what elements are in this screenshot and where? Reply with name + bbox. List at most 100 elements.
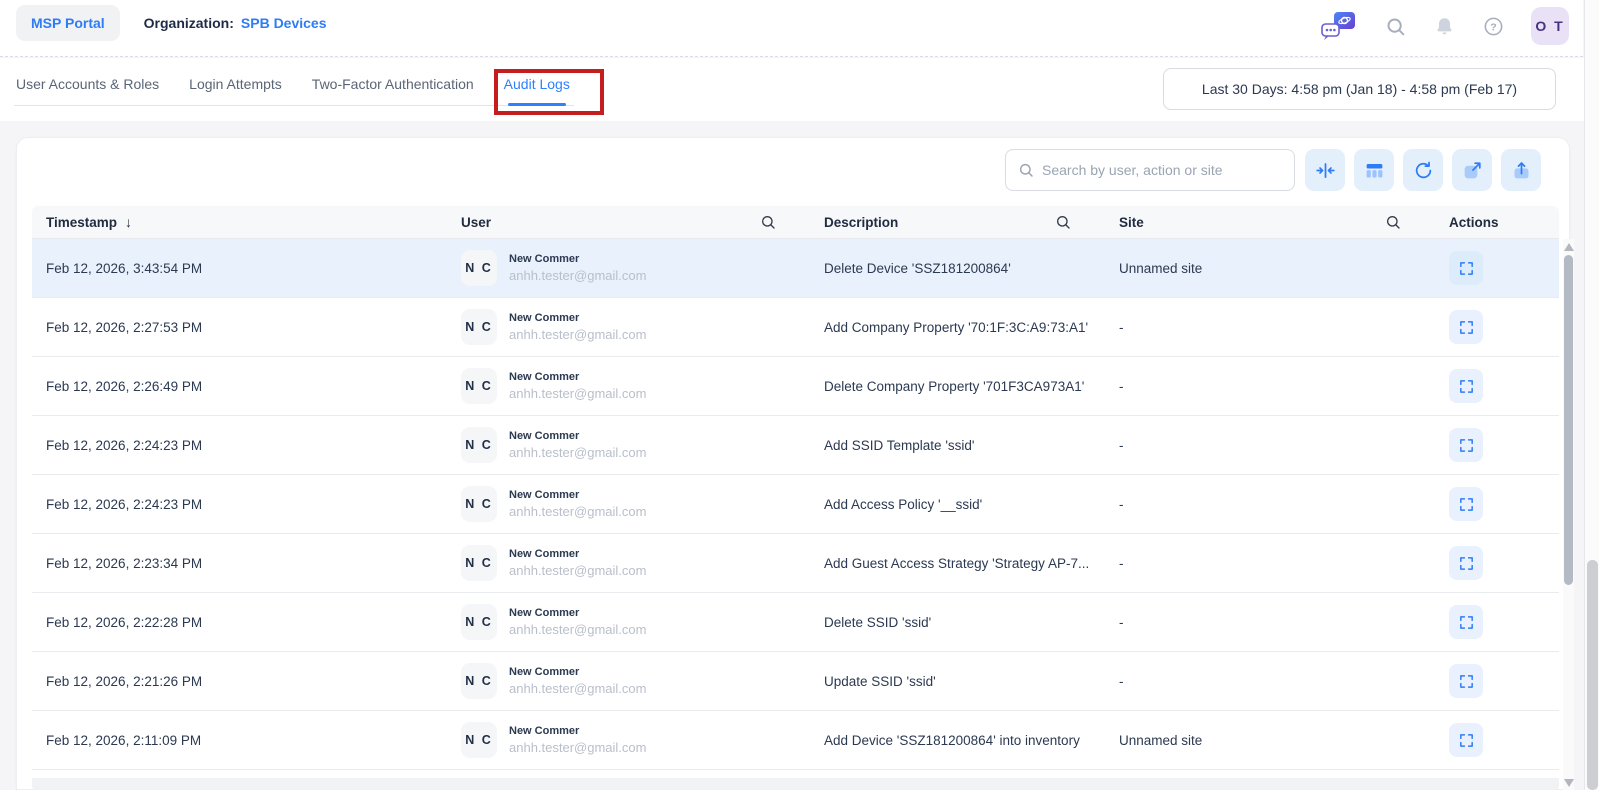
- header-description[interactable]: Description: [810, 214, 1105, 230]
- table-vertical-scrollbar[interactable]: [1563, 239, 1574, 790]
- table-toolbar: [1305, 149, 1541, 191]
- audit-logs-table: Timestamp ↓ User Description Site Action…: [32, 206, 1559, 770]
- cell-site: -: [1119, 614, 1124, 630]
- user-row-avatar: N C: [461, 486, 497, 522]
- collapse-columns-button[interactable]: [1305, 149, 1345, 191]
- tab-login-attempts[interactable]: Login Attempts: [187, 76, 284, 105]
- expand-row-icon: [1459, 497, 1473, 511]
- cell-description: Add Company Property '70:1F:3C:A9:73:A1': [824, 319, 1089, 335]
- columns-icon: [1366, 163, 1382, 177]
- expand-row-icon: [1459, 261, 1473, 275]
- expand-row-button[interactable]: [1449, 428, 1483, 462]
- cell-timestamp: Feb 12, 2026, 2:26:49 PM: [46, 378, 203, 394]
- refresh-button[interactable]: [1403, 149, 1443, 191]
- user-row-avatar: N C: [461, 722, 497, 758]
- expand-row-button[interactable]: [1449, 664, 1483, 698]
- cell-user: N C New Commer anhh.tester@gmail.com: [447, 368, 810, 404]
- cell-user: N C New Commer anhh.tester@gmail.com: [447, 486, 810, 522]
- expand-row-icon: [1459, 733, 1473, 747]
- user-row-avatar: N C: [461, 545, 497, 581]
- user-avatar[interactable]: O T: [1531, 7, 1569, 45]
- vertical-scroll-thumb[interactable]: [1564, 255, 1573, 585]
- header-actions: Actions: [1435, 215, 1559, 230]
- cell-description: Delete Company Property '701F3CA973A1': [824, 378, 1085, 394]
- ai-assistant-icon[interactable]: [1319, 9, 1357, 43]
- expand-row-button[interactable]: [1449, 251, 1483, 285]
- help-icon[interactable]: ?: [1482, 15, 1504, 37]
- user-name: New Commer: [509, 548, 580, 560]
- user-email: anhh.tester@gmail.com: [509, 445, 647, 460]
- table-row[interactable]: Feb 12, 2026, 2:24:23 PM N C New Commer …: [32, 416, 1559, 475]
- expand-button[interactable]: [1452, 149, 1492, 191]
- tab-audit-logs[interactable]: Audit Logs: [502, 76, 572, 105]
- table-row[interactable]: Feb 12, 2026, 2:27:53 PM N C New Commer …: [32, 298, 1559, 357]
- user-name: New Commer: [509, 312, 580, 324]
- expand-row-button[interactable]: [1449, 605, 1483, 639]
- date-range-picker[interactable]: Last 30 Days: 4:58 pm (Jan 18) - 4:58 pm…: [1163, 68, 1556, 110]
- table-row[interactable]: Feb 12, 2026, 2:11:09 PM N C New Commer …: [32, 711, 1559, 770]
- table-row[interactable]: Feb 12, 2026, 3:43:54 PM N C New Commer …: [32, 239, 1559, 298]
- user-row-avatar: N C: [461, 250, 497, 286]
- top-bar: MSP Portal Organization: SPB Devices ? O…: [0, 0, 1583, 57]
- cell-site: -: [1119, 555, 1124, 571]
- user-name: New Commer: [509, 430, 580, 442]
- expand-row-icon: [1459, 615, 1473, 629]
- user-name: New Commer: [509, 489, 580, 501]
- sort-desc-icon[interactable]: ↓: [125, 214, 132, 230]
- user-row-avatar: N C: [461, 427, 497, 463]
- tab-user-accounts-roles[interactable]: User Accounts & Roles: [14, 76, 161, 105]
- user-name: New Commer: [509, 607, 580, 619]
- search-icon[interactable]: [1384, 15, 1406, 37]
- browser-scrollbar[interactable]: [1584, 0, 1599, 790]
- expand-row-button[interactable]: [1449, 369, 1483, 403]
- table-horizontal-scrollbar[interactable]: [32, 778, 1559, 790]
- table-row[interactable]: Feb 12, 2026, 2:22:28 PM N C New Commer …: [32, 593, 1559, 652]
- expand-row-button[interactable]: [1449, 546, 1483, 580]
- table-row[interactable]: Feb 12, 2026, 2:23:34 PM N C New Commer …: [32, 534, 1559, 593]
- user-row-avatar: N C: [461, 309, 497, 345]
- header-timestamp[interactable]: Timestamp ↓: [32, 214, 447, 230]
- cell-timestamp: Feb 12, 2026, 2:23:34 PM: [46, 555, 203, 571]
- bell-icon[interactable]: [1433, 15, 1455, 37]
- cell-timestamp: Feb 12, 2026, 2:21:26 PM: [46, 673, 203, 689]
- user-row-avatar: N C: [461, 663, 497, 699]
- cell-site: -: [1119, 496, 1124, 512]
- expand-row-button[interactable]: [1449, 310, 1483, 344]
- header-site[interactable]: Site: [1105, 214, 1435, 230]
- table-row[interactable]: Feb 12, 2026, 2:24:23 PM N C New Commer …: [32, 475, 1559, 534]
- cell-timestamp: Feb 12, 2026, 2:24:23 PM: [46, 496, 203, 512]
- scroll-up-arrow[interactable]: [1564, 243, 1574, 251]
- search-input[interactable]: [1042, 162, 1284, 178]
- collapse-columns-icon: [1315, 162, 1335, 178]
- expand-row-icon: [1459, 674, 1473, 688]
- scroll-down-arrow[interactable]: [1564, 779, 1574, 787]
- expand-row-button[interactable]: [1449, 487, 1483, 521]
- site-column-search-icon[interactable]: [1385, 214, 1401, 230]
- user-email: anhh.tester@gmail.com: [509, 386, 647, 401]
- description-column-search-icon[interactable]: [1055, 214, 1071, 230]
- expand-row-button[interactable]: [1449, 723, 1483, 757]
- refresh-icon: [1415, 161, 1431, 178]
- search-input-icon: [1019, 163, 1033, 177]
- user-name: New Commer: [509, 371, 580, 383]
- msp-portal-button[interactable]: MSP Portal: [16, 5, 120, 41]
- user-email: anhh.tester@gmail.com: [509, 563, 647, 578]
- tab-two-factor-authentication[interactable]: Two-Factor Authentication: [310, 76, 476, 105]
- organization-name-link[interactable]: SPB Devices: [241, 15, 327, 31]
- expand-row-icon: [1459, 320, 1473, 334]
- table-row[interactable]: Feb 12, 2026, 2:21:26 PM N C New Commer …: [32, 652, 1559, 711]
- expand-row-icon: [1459, 379, 1473, 393]
- user-column-search-icon[interactable]: [760, 214, 776, 230]
- tabs-row: User Accounts & Roles Login Attempts Two…: [0, 58, 1599, 121]
- table-row[interactable]: Feb 12, 2026, 2:26:49 PM N C New Commer …: [32, 357, 1559, 416]
- browser-scroll-thumb[interactable]: [1587, 560, 1598, 790]
- cell-user: N C New Commer anhh.tester@gmail.com: [447, 427, 810, 463]
- header-user[interactable]: User: [447, 214, 810, 230]
- columns-button[interactable]: [1354, 149, 1394, 191]
- export-button[interactable]: [1501, 149, 1541, 191]
- cell-user: N C New Commer anhh.tester@gmail.com: [447, 604, 810, 640]
- tab-list: User Accounts & Roles Login Attempts Two…: [14, 58, 574, 106]
- user-email: anhh.tester@gmail.com: [509, 681, 647, 696]
- user-row-avatar: N C: [461, 604, 497, 640]
- cell-description: Add Access Policy '__ssid': [824, 496, 983, 512]
